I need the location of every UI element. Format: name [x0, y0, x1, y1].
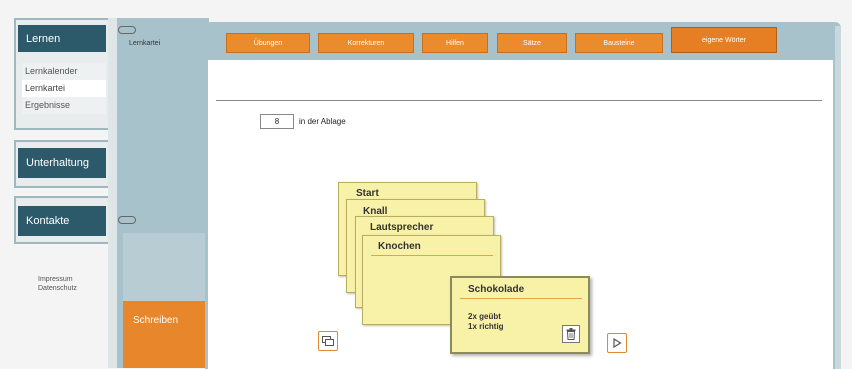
- ablage-counter-label: in der Ablage: [299, 117, 346, 126]
- card-title-underline: [460, 298, 582, 299]
- paperclip-icon: [118, 216, 136, 224]
- card-title-underline: [371, 255, 493, 256]
- tab-hilfen[interactable]: Hilfen: [422, 33, 488, 53]
- schreiben-button[interactable]: Schreiben: [123, 301, 213, 368]
- impressum-link[interactable]: Impressum: [38, 276, 73, 283]
- tab-eigene-woerter[interactable]: eigene Wörter: [671, 27, 777, 53]
- main-frame-right-edge: [835, 26, 841, 369]
- trash-icon: [566, 328, 576, 340]
- nav-item-label: Lernkartei: [25, 83, 66, 93]
- nav-item-lernkalender[interactable]: Lernkalender: [22, 63, 106, 80]
- nav-item-lernkartei[interactable]: Lernkartei: [22, 80, 106, 97]
- nav-item-label: Ergebnisse: [25, 100, 71, 110]
- side-panel: Lernkartei Schreiben: [117, 18, 213, 368]
- nav-item-ergebnisse[interactable]: Ergebnisse: [22, 97, 106, 114]
- tab-label: Bausteine: [603, 39, 635, 47]
- tab-saetze[interactable]: Sätze: [497, 33, 567, 53]
- stack-card-title: Knochen: [378, 241, 421, 252]
- focus-card[interactable]: Schokolade 2x geübt 1x richtig: [450, 276, 590, 354]
- schreiben-label: Schreiben: [133, 315, 179, 326]
- side-panel-label: Lernkartei: [129, 40, 161, 47]
- focus-card-title: Schokolade: [468, 284, 525, 295]
- tab-bausteine[interactable]: Bausteine: [575, 33, 663, 53]
- stat-practiced: 2x geübt: [468, 312, 501, 321]
- nav-item-label: Lernkalender: [25, 66, 78, 76]
- stat-correct: 1x richtig: [468, 322, 504, 331]
- side-panel-lower-area: [123, 233, 213, 301]
- next-button[interactable]: [607, 333, 627, 353]
- tab-label: eigene Wörter: [702, 36, 746, 44]
- nav-header-unterhaltung[interactable]: Unterhaltung: [18, 148, 106, 178]
- nav-header-kontakte-label: Kontakte: [26, 215, 70, 227]
- nav-header-lernen[interactable]: Lernen: [18, 25, 106, 52]
- stack-card-title: Start: [356, 188, 379, 199]
- tab-korrekturen[interactable]: Korrekturen: [318, 33, 414, 53]
- nav-header-lernen-label: Lernen: [26, 32, 61, 45]
- stack-card-title: Lautsprecher: [370, 222, 434, 233]
- ablage-counter-box: 8: [260, 114, 294, 129]
- tab-label: Korrekturen: [347, 39, 385, 47]
- copy-icon: [322, 336, 334, 346]
- copy-button[interactable]: [318, 331, 338, 351]
- paperclip-icon: [118, 26, 136, 34]
- tab-label: Hilfen: [446, 39, 464, 47]
- play-arrow-icon: [613, 338, 622, 348]
- delete-button[interactable]: [562, 325, 580, 343]
- tab-label: Sätze: [523, 39, 541, 47]
- nav-header-unterhaltung-label: Unterhaltung: [26, 157, 89, 169]
- tab-uebungen[interactable]: Übungen: [226, 33, 310, 53]
- nav-header-kontakte[interactable]: Kontakte: [18, 206, 106, 236]
- ablage-counter-value: 8: [274, 117, 280, 126]
- datenschutz-link[interactable]: Datenschutz: [38, 285, 77, 292]
- tab-label: Übungen: [253, 39, 283, 47]
- content-divider: [216, 100, 822, 101]
